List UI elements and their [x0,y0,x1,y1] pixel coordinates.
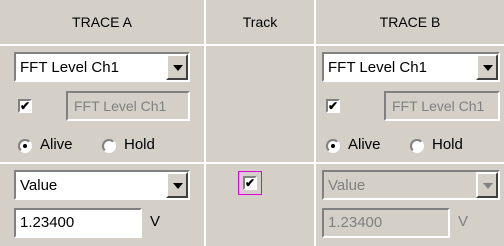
trace-a-unit-label: V [150,213,161,230]
trace-b-function-select[interactable]: FFT Level Ch1 [322,52,500,82]
trace-settings-panel: TRACE A FFT Level Ch1 ✔ FFT Level Ch1 Al… [0,0,504,246]
trace-a-function-select[interactable]: FFT Level Ch1 [14,52,190,82]
chevron-down-icon [173,183,183,189]
trace-b-scale-select: Value [322,170,500,200]
trace-b-label-field[interactable]: FFT Level Ch1 [384,91,500,121]
trace-b-header: TRACE B [379,14,441,30]
check-icon: ✔ [20,99,31,113]
trace-b-scale-dropdown-button [476,172,498,198]
trace-b-function-dropdown-button[interactable] [476,54,498,80]
column-divider [204,0,206,246]
trace-a-value-input[interactable]: 1.23400 [14,208,142,238]
trace-b-label-checkbox[interactable]: ✔ [326,99,340,113]
track-checkbox[interactable]: ✔ [243,176,257,190]
trace-a-hold-radio[interactable] [102,139,116,153]
trace-a-scale-dropdown-button[interactable] [166,172,188,198]
trace-a-alive-radio[interactable] [18,139,32,153]
check-icon: ✔ [328,99,339,113]
trace-a-label-checkbox[interactable]: ✔ [18,99,32,113]
chevron-down-icon [483,65,493,71]
header-divider [0,44,504,46]
trace-a-scale-select[interactable]: Value [14,170,190,200]
track-column: Track [206,0,314,246]
trace-a-scale-value: Value [20,177,58,194]
trace-b-scale-value: Value [328,177,366,194]
trace-b-function-value: FFT Level Ch1 [328,59,427,76]
radio-selected-dot [23,144,27,148]
track-checkbox-focus[interactable]: ✔ [238,171,262,195]
trace-a-header: TRACE A [72,14,132,30]
track-header: Track [242,14,278,30]
trace-b-alive-label[interactable]: Alive [348,136,381,153]
trace-b-hold-label[interactable]: Hold [432,136,463,153]
trace-b-alive-radio[interactable] [326,139,340,153]
radio-selected-dot [331,144,335,148]
section-divider [0,162,504,164]
trace-a-hold-label[interactable]: Hold [124,136,155,153]
trace-a-function-value: FFT Level Ch1 [20,59,119,76]
trace-b-hold-radio[interactable] [410,139,424,153]
trace-b-unit-label: V [458,213,469,230]
trace-a-alive-label[interactable]: Alive [40,136,73,153]
check-icon: ✔ [245,176,256,190]
trace-b-value-input: 1.23400 [322,208,450,238]
trace-a-function-dropdown-button[interactable] [166,54,188,80]
chevron-down-icon [483,183,493,189]
column-divider [314,0,316,246]
trace-a-column: TRACE A FFT Level Ch1 ✔ FFT Level Ch1 Al… [0,0,204,246]
trace-b-column: TRACE B FFT Level Ch1 ✔ FFT Level Ch1 Al… [316,0,504,246]
chevron-down-icon [173,65,183,71]
trace-a-label-field[interactable]: FFT Level Ch1 [66,91,190,121]
